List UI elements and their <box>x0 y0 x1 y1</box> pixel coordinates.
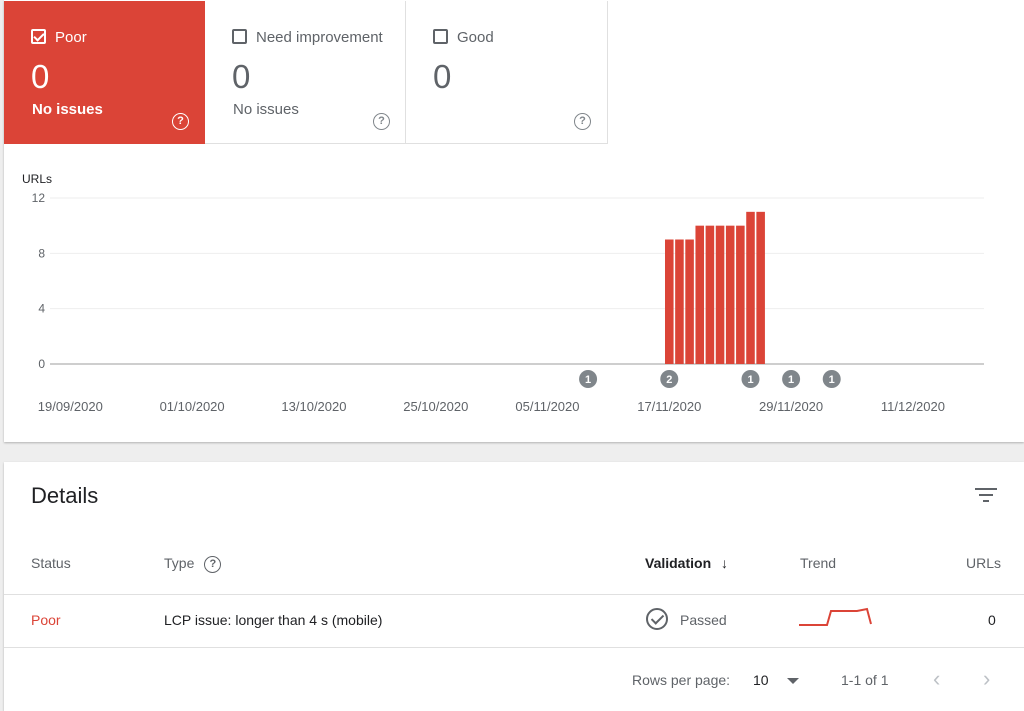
x-tick-label: 11/12/2020 <box>881 399 945 414</box>
x-tick-label: 05/11/2020 <box>515 399 579 414</box>
help-icon[interactable]: ? <box>204 555 222 573</box>
x-tick-label: 01/10/2020 <box>160 399 225 414</box>
bar <box>665 239 674 364</box>
row-status: Poor <box>31 612 61 628</box>
pagination-range: 1-1 of 1 <box>841 672 889 688</box>
bar <box>675 239 684 364</box>
y-tick-label: 4 <box>38 302 45 316</box>
column-header-status[interactable]: Status <box>31 554 71 572</box>
column-header-validation[interactable]: Validation ↓ <box>645 554 728 572</box>
x-tick-label: 13/10/2020 <box>281 399 346 414</box>
chevron-left-icon[interactable]: ‹ <box>933 668 940 690</box>
filter-icon[interactable] <box>974 486 998 504</box>
chevron-right-icon[interactable]: › <box>983 668 990 690</box>
column-header-validation-label: Validation <box>645 555 712 571</box>
bar <box>685 239 694 364</box>
details-title: Details <box>31 483 99 508</box>
annotation-label: 1 <box>585 374 591 386</box>
rows-per-page-select[interactable]: 10 <box>753 671 769 689</box>
bar <box>705 225 715 364</box>
row-urls: 0 <box>988 612 996 628</box>
passed-check-icon <box>646 608 668 630</box>
annotation-label: 2 <box>666 374 672 386</box>
row-type: LCP issue: longer than 4 s (mobile) <box>164 612 383 628</box>
y-tick-label: 8 <box>38 246 45 260</box>
x-tick-label: 25/10/2020 <box>403 399 468 414</box>
annotation-label: 1 <box>829 374 835 386</box>
trend-line <box>799 607 872 626</box>
bar <box>746 211 755 364</box>
x-tick-label: 19/09/2020 <box>38 399 103 414</box>
rows-per-page-label: Rows per page: <box>632 672 731 688</box>
annotation-label: 1 <box>747 374 753 386</box>
bar <box>725 225 735 364</box>
y-axis-label: URLs <box>22 172 52 186</box>
sort-arrow-down-icon: ↓ <box>721 555 729 571</box>
column-header-trend[interactable]: Trend <box>800 554 836 572</box>
x-tick-label: 17/11/2020 <box>637 399 701 414</box>
row-divider <box>4 647 1024 648</box>
column-header-urls[interactable]: URLs <box>966 554 1001 572</box>
bar <box>756 211 765 364</box>
bar <box>695 225 705 364</box>
row-validation: Passed <box>680 612 727 628</box>
urls-bar-chart: URLs128401 2 1 1 119/09/2020 01/10/2020 13/10/… <box>22 172 984 414</box>
annotation-label: 1 <box>788 374 794 386</box>
details-card: Details Status Type? Validation ↓ Trend … <box>4 462 1024 711</box>
bar <box>715 225 725 364</box>
column-header-type[interactable]: Type? <box>164 554 222 573</box>
trend-sparkline <box>799 607 872 626</box>
summary-card: Poor 0 No issues ? Need improvement 0 No… <box>4 0 1024 442</box>
x-tick-label: 29/11/2020 <box>759 399 823 414</box>
column-header-type-label: Type <box>164 555 195 571</box>
bar <box>736 225 745 364</box>
y-tick-label: 12 <box>32 191 46 205</box>
dropdown-caret-icon[interactable] <box>787 678 799 684</box>
y-tick-label: 0 <box>38 357 45 371</box>
row-divider <box>4 594 1024 595</box>
